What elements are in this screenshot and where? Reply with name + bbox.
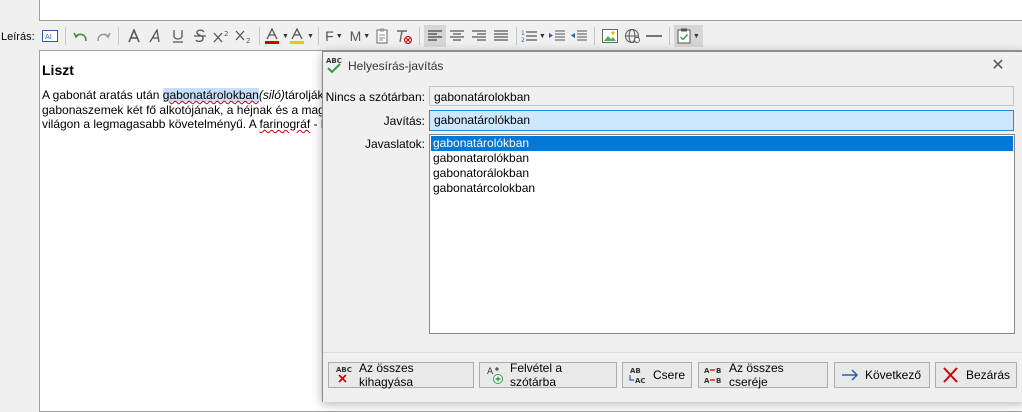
redo-icon[interactable] (92, 25, 114, 47)
ignore-all-icon: ABC (333, 365, 355, 385)
undo-icon[interactable] (70, 25, 92, 47)
align-center-icon[interactable] (446, 25, 468, 47)
document-line-2: gabonaszemek két fő alkotójának, a héjna… (42, 102, 325, 117)
document-line-1: A gabonát aratás után gabonatárolokban(s… (42, 88, 342, 103)
document-body: A gabonát aratás után gabonatárolokban(s… (42, 88, 342, 132)
image-icon[interactable] (599, 25, 621, 47)
format-f-label: F (325, 28, 334, 44)
align-justify-icon[interactable] (490, 25, 512, 47)
line1-italic: (siló) (258, 88, 285, 102)
misspelled-word-highlight[interactable]: gabonatárolokban (162, 88, 259, 102)
editor-label: Leírás: (1, 31, 35, 43)
subscript-icon[interactable]: 2 (233, 25, 255, 47)
svg-text:A: A (704, 377, 710, 385)
bold-icon[interactable] (123, 25, 145, 47)
close-red-x-icon (940, 365, 962, 385)
svg-text:2: 2 (224, 30, 228, 38)
correction-label: Javítás: (383, 114, 425, 128)
svg-text:ABC: ABC (336, 366, 352, 374)
horizontal-rule-icon[interactable] (643, 25, 665, 47)
svg-text:2: 2 (246, 37, 250, 43)
add-to-dict-button[interactable]: A Felvétel a szótárba (479, 361, 617, 389)
svg-text:AI: AI (45, 33, 52, 41)
align-right-icon[interactable] (468, 25, 490, 47)
underline-icon[interactable] (167, 25, 189, 47)
document-title: Liszt (42, 62, 74, 78)
indent-increase-icon[interactable] (546, 25, 568, 47)
close-label: Bezárás (966, 368, 1011, 382)
highlight-color-icon[interactable]: ▼ (289, 25, 314, 47)
line1-post: tárolják (284, 88, 324, 102)
correction-input[interactable]: gabonatárolókban (429, 110, 1014, 131)
replace-all-button[interactable]: ABAB Az összes cseréje (698, 361, 828, 389)
document-line-3: világon a legmagasabb követelményű. A fa… (42, 117, 342, 132)
replace-all-icon: ABAB (703, 365, 725, 385)
svg-text:AC: AC (635, 377, 646, 385)
ignore-all-button[interactable]: ABC Az összes kihagyása (328, 361, 474, 389)
dialog-title-bar[interactable]: ABC Helyesírás-javítás ✕ (323, 52, 1022, 80)
svg-text:B: B (716, 377, 721, 385)
svg-text:2: 2 (521, 37, 525, 43)
svg-text:A: A (704, 367, 710, 375)
suggestions-label: Javaslatok: (364, 137, 425, 151)
add-to-dict-icon: A (484, 365, 506, 385)
svg-text:AB: AB (630, 367, 641, 375)
strikethrough-icon[interactable] (189, 25, 211, 47)
editor-toolbar: AI 2 2 ▼ ▼ F ▼ M ▼ 1 2 ▼ ▼ (39, 24, 1022, 48)
clear-format-icon[interactable] (393, 25, 415, 47)
italic-icon[interactable] (145, 25, 167, 47)
align-left-icon[interactable] (423, 25, 446, 47)
suggestion-item[interactable]: gabonatárolókban (431, 136, 1013, 151)
close-button[interactable]: Bezárás (935, 362, 1017, 388)
dialog-title: Helyesírás-javítás (348, 59, 444, 73)
suggestions-list[interactable]: gabonatárolókban gabonatarolókban gabona… (429, 134, 1015, 334)
replace-all-label: Az összes cseréje (729, 361, 784, 389)
font-color-icon[interactable]: ▼ (264, 25, 289, 47)
replace-icon: AB AC (627, 365, 649, 385)
superscript-icon[interactable]: 2 (211, 25, 233, 47)
not-in-dict-label: Nincs a szótárban: (325, 90, 425, 104)
ignore-all-label: Az összes kihagyása (359, 361, 414, 389)
paste-text-icon[interactable] (371, 25, 393, 47)
svg-text:1: 1 (521, 30, 525, 37)
abc-check-icon: ABC (326, 55, 344, 75)
arrow-right-icon (839, 365, 861, 385)
numbered-list-icon[interactable]: 1 2 ▼ (521, 25, 546, 47)
format-f-dropdown[interactable]: F ▼ (323, 25, 345, 47)
next-label: Következő (865, 368, 922, 382)
not-in-dict-field: gabonatárolokban (429, 86, 1014, 106)
close-icon[interactable]: ✕ (987, 56, 1009, 76)
format-m-dropdown[interactable]: M ▼ (349, 25, 371, 47)
suggestion-item[interactable]: gabonatárcolokban (431, 181, 1013, 196)
next-button[interactable]: Következő (834, 362, 930, 388)
top-text-field[interactable] (39, 0, 1022, 21)
format-m-label: M (349, 28, 362, 44)
suggestion-item[interactable]: gabonatarolókban (431, 151, 1013, 166)
source-view-icon[interactable]: AI (39, 25, 61, 47)
link-globe-icon[interactable] (621, 25, 643, 47)
svg-text:A: A (487, 367, 494, 377)
svg-text:B: B (716, 367, 721, 375)
spellcheck-clipboard-icon[interactable]: ▼ (673, 25, 703, 47)
dialog-button-bar: ABC Az összes kihagyása A Felvétel a szó… (323, 352, 1022, 402)
replace-label: Csere (653, 368, 686, 382)
line3-pre: világon a legmagasabb követelményű. A (42, 117, 260, 131)
indent-decrease-icon[interactable] (568, 25, 590, 47)
replace-button[interactable]: AB AC Csere (622, 362, 692, 388)
line1-pre: A gabonát aratás után (42, 88, 163, 102)
add-to-dict-label: Felvétel a szótárba (510, 361, 563, 389)
suggestion-item[interactable]: gabonatorálokban (431, 166, 1013, 181)
misspelled-word[interactable]: farinográf (259, 117, 310, 131)
spellcheck-dialog: ABC Helyesírás-javítás ✕ Nincs a szótárb… (322, 51, 1022, 402)
